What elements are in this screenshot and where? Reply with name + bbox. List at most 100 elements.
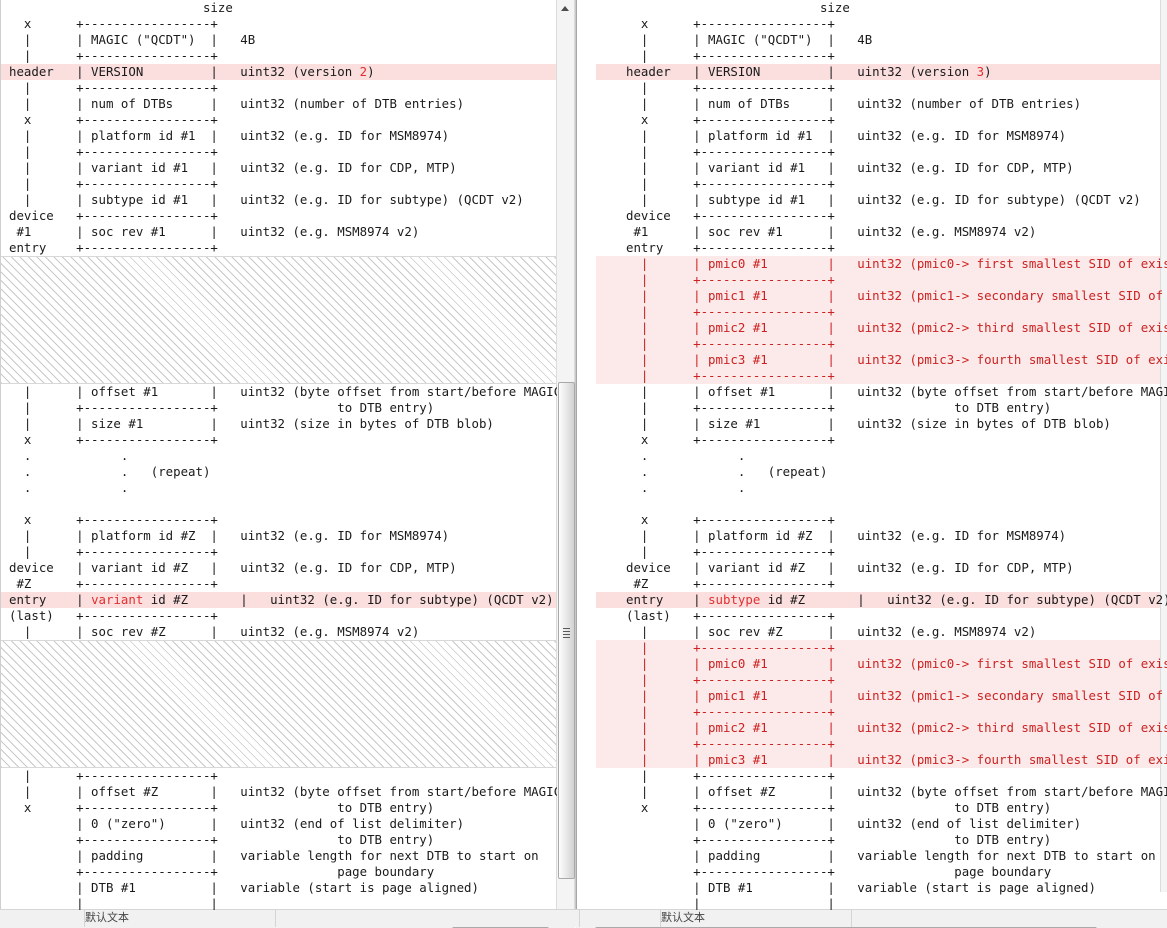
code-line[interactable]: | | size #1 | uint32 (size in bytes of D… xyxy=(626,416,1167,432)
code-line[interactable]: | | pmic2 #1 | uint32 (pmic2-> third sma… xyxy=(596,320,1167,336)
code-line[interactable]: | +-----------------+ xyxy=(596,704,1167,720)
code-line[interactable]: +-----------------+ to DTB entry) xyxy=(9,832,557,848)
code-line[interactable]: | +-----------------+ xyxy=(626,544,1167,560)
code-line[interactable]: (last) +-----------------+ xyxy=(626,608,1167,624)
left-pane-vertical-scrollbar[interactable] xyxy=(556,0,575,910)
code-line[interactable]: | +-----------------+ xyxy=(626,48,1167,64)
code-line[interactable]: | | xyxy=(626,896,1167,910)
code-line[interactable]: size xyxy=(626,0,1167,16)
left-scroll-thumb[interactable] xyxy=(558,382,575,879)
code-line[interactable]: | | num of DTBs | uint32 (number of DTB … xyxy=(626,96,1167,112)
code-line[interactable]: x +-----------------+ xyxy=(9,432,557,448)
code-line[interactable]: | +-----------------+ to DTB entry) xyxy=(9,400,557,416)
code-line[interactable]: (last) +-----------------+ xyxy=(9,608,557,624)
code-line[interactable]: | +-----------------+ xyxy=(596,336,1167,352)
code-line[interactable]: | +-----------------+ xyxy=(9,48,557,64)
code-line[interactable]: | | offset #Z | uint32 (byte offset from… xyxy=(626,784,1167,800)
code-line[interactable]: | +-----------------+ xyxy=(596,640,1167,656)
code-line[interactable]: | +-----------------+ to DTB entry) xyxy=(626,400,1167,416)
code-line[interactable]: +-----------------+ page boundary xyxy=(626,864,1167,880)
code-line[interactable]: | +-----------------+ xyxy=(9,544,557,560)
code-line[interactable]: . . xyxy=(9,480,557,496)
code-line[interactable]: device +-----------------+ xyxy=(626,208,1167,224)
code-line[interactable]: x +-----------------+ to DTB entry) xyxy=(626,800,1167,816)
code-line[interactable]: x +-----------------+ xyxy=(626,112,1167,128)
right-file-pane[interactable]: size x +-----------------+ | | MAGIC ("Q… xyxy=(596,0,1167,910)
code-line[interactable]: x +-----------------+ xyxy=(9,16,557,32)
code-line[interactable]: x +-----------------+ xyxy=(626,16,1167,32)
scroll-up-arrow-icon[interactable] xyxy=(557,0,574,17)
code-line[interactable]: | +-----------------+ xyxy=(596,736,1167,752)
code-line[interactable]: | | pmic2 #1 | uint32 (pmic2-> third sma… xyxy=(596,720,1167,736)
code-line[interactable]: . . xyxy=(626,448,1167,464)
code-line[interactable]: | +-----------------+ xyxy=(9,80,557,96)
code-line[interactable]: | DTB #1 | variable (start is page align… xyxy=(9,880,557,896)
code-line[interactable]: #1 | soc rev #1 | uint32 (e.g. MSM8974 v… xyxy=(9,224,557,240)
right-pane-text[interactable]: size x +-----------------+ | | MAGIC ("Q… xyxy=(596,0,1167,910)
code-line[interactable]: | | MAGIC ("QCDT") | 4B xyxy=(9,32,557,48)
left-file-pane[interactable]: size x +-----------------+ | | MAGIC ("Q… xyxy=(0,0,557,910)
code-line[interactable]: #Z +-----------------+ xyxy=(9,576,557,592)
code-line[interactable]: | +-----------------+ xyxy=(626,176,1167,192)
code-line[interactable]: | 0 ("zero") | uint32 (end of list delim… xyxy=(626,816,1167,832)
code-line[interactable]: x +-----------------+ xyxy=(626,512,1167,528)
code-line[interactable]: | DTB #1 | variable (start is page align… xyxy=(626,880,1167,896)
code-line[interactable]: | +-----------------+ xyxy=(9,144,557,160)
code-line[interactable]: entry | variant id #Z | uint32 (e.g. ID … xyxy=(1,592,557,608)
code-line[interactable]: | +-----------------+ xyxy=(626,80,1167,96)
code-line[interactable]: . . (repeat) xyxy=(626,464,1167,480)
code-line[interactable]: | | soc rev #Z | uint32 (e.g. MSM8974 v2… xyxy=(626,624,1167,640)
code-line[interactable]: | +-----------------+ xyxy=(9,176,557,192)
code-line[interactable]: device | variant id #Z | uint32 (e.g. ID… xyxy=(9,560,557,576)
code-line[interactable]: | +-----------------+ xyxy=(596,272,1167,288)
code-line[interactable] xyxy=(626,496,1167,512)
code-line[interactable]: entry | subtype id #Z | uint32 (e.g. ID … xyxy=(596,592,1167,608)
code-line[interactable]: header | VERSION | uint32 (version 2) xyxy=(1,64,557,80)
code-line[interactable]: | | pmic3 #1 | uint32 (pmic3-> fourth sm… xyxy=(596,752,1167,768)
code-line[interactable]: | | platform id #Z | uint32 (e.g. ID for… xyxy=(9,528,557,544)
code-line[interactable]: | padding | variable length for next DTB… xyxy=(9,848,557,864)
code-line[interactable]: x +-----------------+ xyxy=(9,512,557,528)
code-line[interactable]: size xyxy=(9,0,557,16)
code-line[interactable]: | | subtype id #1 | uint32 (e.g. ID for … xyxy=(626,192,1167,208)
code-line[interactable]: #1 | soc rev #1 | uint32 (e.g. MSM8974 v… xyxy=(626,224,1167,240)
code-line[interactable]: | | variant id #1 | uint32 (e.g. ID for … xyxy=(9,160,557,176)
code-line[interactable]: | | xyxy=(9,896,557,910)
code-line[interactable]: | | platform id #1 | uint32 (e.g. ID for… xyxy=(626,128,1167,144)
code-line[interactable]: entry +-----------------+ xyxy=(9,240,557,256)
code-line[interactable]: entry +-----------------+ xyxy=(626,240,1167,256)
code-line[interactable]: x +-----------------+ xyxy=(9,112,557,128)
code-line[interactable]: | | offset #Z | uint32 (byte offset from… xyxy=(9,784,557,800)
code-line[interactable]: | | soc rev #Z | uint32 (e.g. MSM8974 v2… xyxy=(9,624,557,640)
code-line[interactable]: | | offset #1 | uint32 (byte offset from… xyxy=(9,384,557,400)
code-line[interactable]: | | variant id #1 | uint32 (e.g. ID for … xyxy=(626,160,1167,176)
code-line[interactable]: +-----------------+ to DTB entry) xyxy=(626,832,1167,848)
code-line[interactable] xyxy=(9,496,557,512)
code-line[interactable]: | +-----------------+ xyxy=(596,672,1167,688)
code-line[interactable]: header | VERSION | uint32 (version 3) xyxy=(596,64,1167,80)
code-line[interactable]: device +-----------------+ xyxy=(9,208,557,224)
code-line[interactable]: . . xyxy=(9,448,557,464)
code-line[interactable]: | +-----------------+ xyxy=(626,768,1167,784)
code-line[interactable]: | +-----------------+ xyxy=(626,144,1167,160)
code-line[interactable]: | | pmic1 #1 | uint32 (pmic1-> secondary… xyxy=(596,288,1167,304)
code-line[interactable]: | | pmic0 #1 | uint32 (pmic0-> first sma… xyxy=(596,656,1167,672)
code-line[interactable]: x +-----------------+ to DTB entry) xyxy=(9,800,557,816)
code-line[interactable]: +-----------------+ page boundary xyxy=(9,864,557,880)
code-line[interactable]: | +-----------------+ xyxy=(596,368,1167,384)
code-line[interactable]: . . xyxy=(626,480,1167,496)
code-line[interactable]: | 0 ("zero") | uint32 (end of list delim… xyxy=(9,816,557,832)
code-line[interactable]: | | platform id #Z | uint32 (e.g. ID for… xyxy=(626,528,1167,544)
code-line[interactable]: | +-----------------+ xyxy=(596,304,1167,320)
code-line[interactable]: | | num of DTBs | uint32 (number of DTB … xyxy=(9,96,557,112)
left-pane-text[interactable]: size x +-----------------+ | | MAGIC ("Q… xyxy=(1,0,557,910)
code-line[interactable]: | | size #1 | uint32 (size in bytes of D… xyxy=(9,416,557,432)
code-line[interactable]: | padding | variable length for next DTB… xyxy=(626,848,1167,864)
code-line[interactable]: | +-----------------+ xyxy=(9,768,557,784)
code-line[interactable]: | | pmic0 #1 | uint32 (pmic0-> first sma… xyxy=(596,256,1167,272)
code-line[interactable]: x +-----------------+ xyxy=(626,432,1167,448)
code-line[interactable]: | | subtype id #1 | uint32 (e.g. ID for … xyxy=(9,192,557,208)
code-line[interactable]: | | offset #1 | uint32 (byte offset from… xyxy=(626,384,1167,400)
code-line[interactable]: | | MAGIC ("QCDT") | 4B xyxy=(626,32,1167,48)
code-line[interactable]: | | platform id #1 | uint32 (e.g. ID for… xyxy=(9,128,557,144)
